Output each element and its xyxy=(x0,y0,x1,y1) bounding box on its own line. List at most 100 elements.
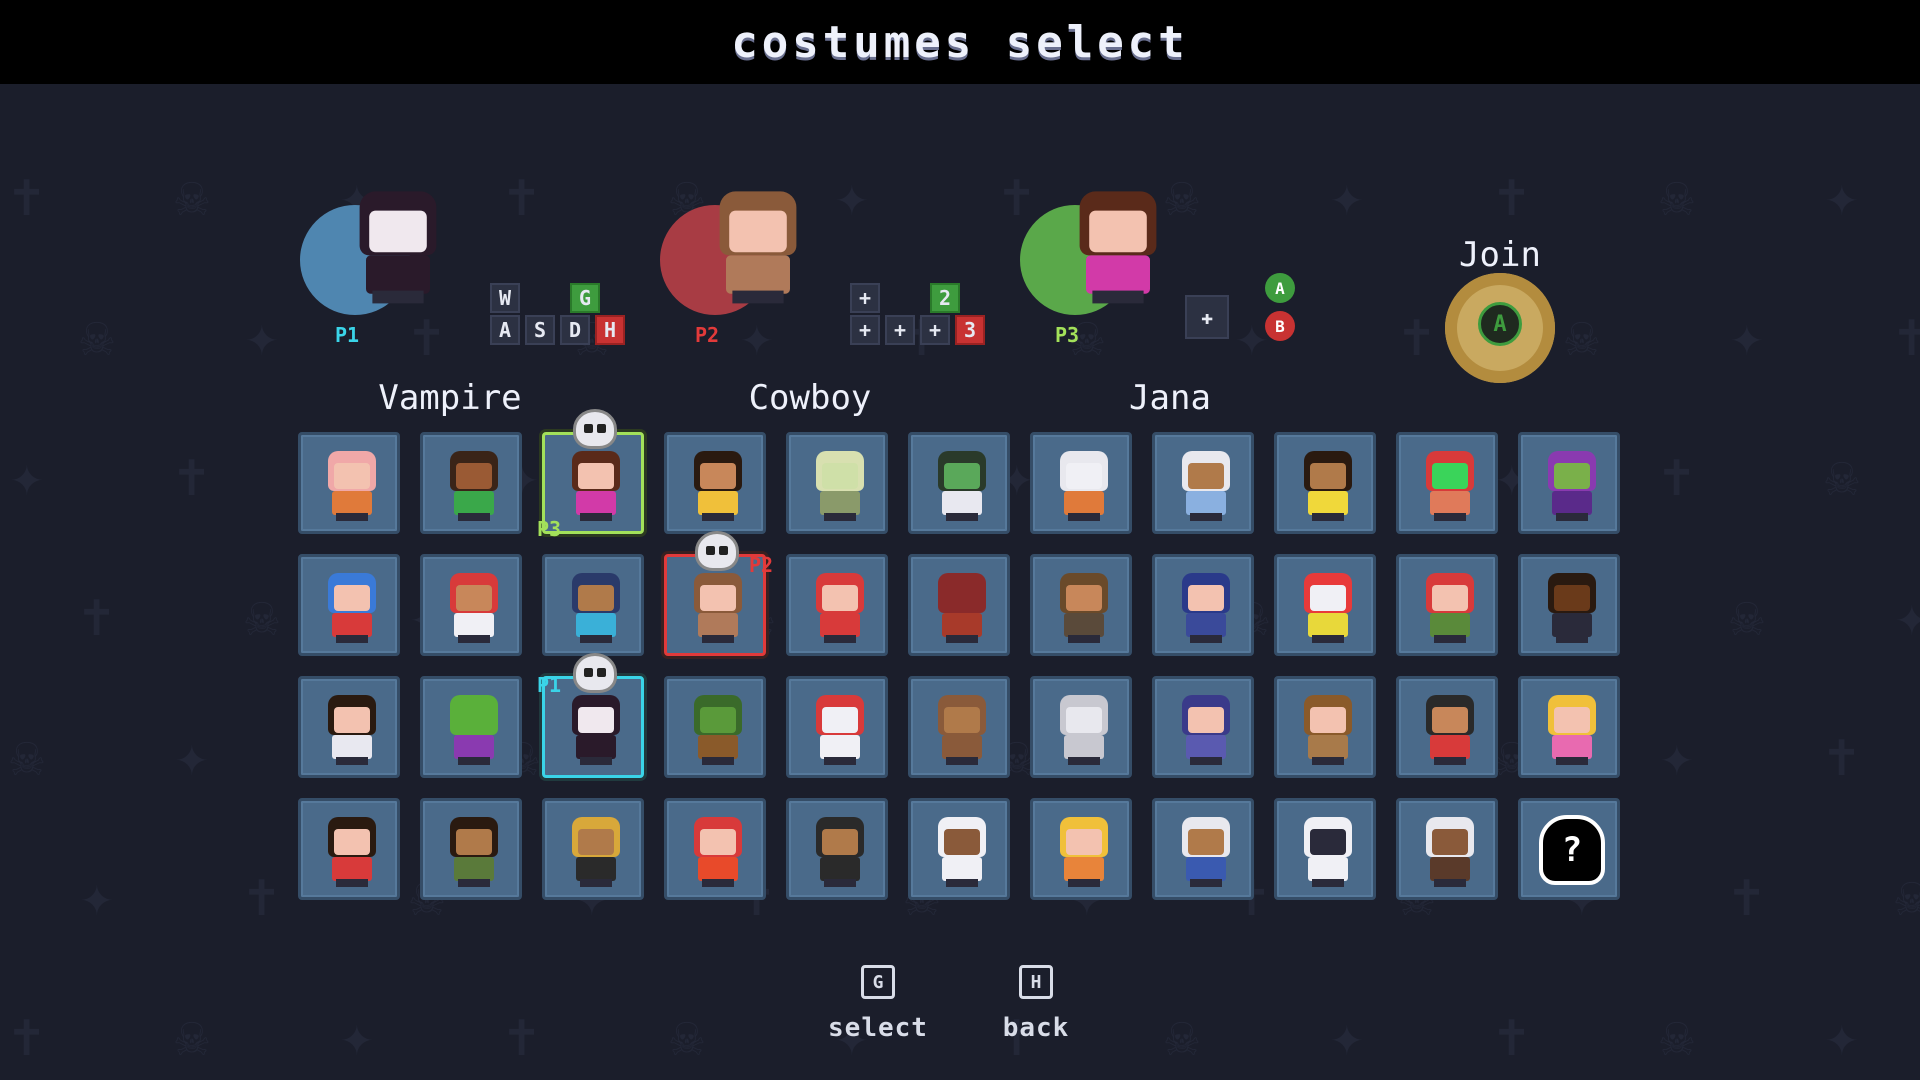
costume-cell-clown[interactable] xyxy=(1274,554,1376,656)
char-body xyxy=(698,857,738,881)
background-decoration-icon: ✦ xyxy=(245,304,279,369)
join-slot[interactable]: Join A xyxy=(1440,235,1560,385)
costume-cell-alien[interactable] xyxy=(420,676,522,778)
costume-cell-chef[interactable] xyxy=(908,798,1010,900)
costume-cell-biker[interactable] xyxy=(1396,798,1498,900)
costume-cell-nerd-girl[interactable] xyxy=(298,798,400,900)
costume-cell-pirate[interactable] xyxy=(1396,676,1498,778)
costume-cell-witch[interactable] xyxy=(1518,432,1620,534)
costume-cell-firefighter[interactable] xyxy=(664,798,766,900)
costume-cell-bald-kid[interactable] xyxy=(298,432,400,534)
costume-cell-scientist[interactable] xyxy=(298,676,400,778)
dpad-icon: ✚ xyxy=(1185,295,1229,339)
player-tag: P1 xyxy=(335,323,360,347)
char-face xyxy=(1066,829,1102,855)
costume-cell-zombie[interactable] xyxy=(786,432,888,534)
costume-cell-cowboy[interactable]: P2 xyxy=(664,531,773,656)
background-decoration-icon: ✝ xyxy=(1730,864,1764,929)
costume-cell-chicken[interactable] xyxy=(786,676,888,778)
char-legs xyxy=(702,879,734,887)
char-legs xyxy=(580,635,612,643)
char-legs xyxy=(1190,635,1222,643)
costume-cell-blue-hood-girl[interactable] xyxy=(542,554,644,656)
costume-cell-princess[interactable] xyxy=(1518,676,1620,778)
costume-cell-vampire[interactable]: P1 xyxy=(537,653,644,778)
background-decoration-icon: ✝ xyxy=(10,1004,44,1069)
background-decoration-icon: ✝ xyxy=(1495,164,1529,229)
char-face xyxy=(334,829,370,855)
cursor-tag: P3 xyxy=(537,517,562,541)
background-decoration-icon: ✝ xyxy=(505,1004,539,1069)
costume-cell-granny[interactable] xyxy=(1152,798,1254,900)
ninja-icon xyxy=(932,569,992,647)
doctor-icon xyxy=(1176,447,1236,525)
char-face xyxy=(1310,585,1346,611)
costume-cell-flower-girl[interactable] xyxy=(664,432,766,534)
char-face xyxy=(1066,707,1102,733)
scientist-icon xyxy=(322,691,382,769)
char-body xyxy=(454,735,494,759)
costume-cell-orc[interactable] xyxy=(664,676,766,778)
back-action[interactable]: Hback xyxy=(976,965,1096,1043)
char-face xyxy=(1188,829,1224,855)
costume-cell-green-shirt-kid[interactable] xyxy=(420,432,522,534)
costume-cell-luchador[interactable] xyxy=(1396,432,1498,534)
costume-cell-astronaut[interactable] xyxy=(1274,798,1376,900)
karate-fighter-icon xyxy=(444,569,504,647)
a-button-icon: A xyxy=(1265,273,1295,303)
costume-cell-viking[interactable] xyxy=(1274,676,1376,778)
costume-cell-construction-worker[interactable] xyxy=(1030,798,1132,900)
agent-icon xyxy=(1542,569,1602,647)
costume-cell-knight[interactable] xyxy=(1030,676,1132,778)
costume-cell-karate-fighter[interactable] xyxy=(420,554,522,656)
control-key: + xyxy=(850,283,880,313)
portrait-legs xyxy=(1092,290,1144,304)
costume-cell-agent[interactable] xyxy=(1518,554,1620,656)
char-legs xyxy=(458,757,490,765)
costume-cell-magician[interactable] xyxy=(786,798,888,900)
costume-cell-red-riding-hood[interactable] xyxy=(786,554,888,656)
background-decoration-icon: ☠ xyxy=(1825,444,1859,509)
costume-cell-soccer-kid[interactable] xyxy=(1274,432,1376,534)
costume-cell-mystery[interactable]: ? xyxy=(1518,798,1620,900)
cowboy-icon xyxy=(688,569,748,647)
select-action[interactable]: Gselect xyxy=(818,965,938,1043)
background-decoration-icon: ✝ xyxy=(1825,724,1859,789)
costume-cell-detective[interactable] xyxy=(1030,554,1132,656)
bear-icon xyxy=(932,691,992,769)
char-legs xyxy=(1068,879,1100,887)
bald-kid-icon xyxy=(322,447,382,525)
char-face xyxy=(456,585,492,611)
costume-cell-hiker[interactable] xyxy=(420,798,522,900)
char-body xyxy=(1186,491,1226,515)
costume-cell-jana-costume[interactable]: P3 xyxy=(537,409,644,541)
costume-cell-ninja[interactable] xyxy=(908,554,1010,656)
char-body xyxy=(1552,735,1592,759)
background-decoration-icon: ✦ xyxy=(10,444,44,509)
control-key: G xyxy=(570,283,600,313)
costume-cell-cartman-kid[interactable] xyxy=(298,554,400,656)
blue-hood-girl-icon xyxy=(566,569,626,647)
costume-cell-wizard[interactable] xyxy=(1152,676,1254,778)
costume-cell-mariachi[interactable] xyxy=(542,798,644,900)
background-decoration-icon: ✦ xyxy=(175,724,209,789)
background-decoration-icon: ☠ xyxy=(1565,304,1599,369)
costume-cell-gnome[interactable] xyxy=(1396,554,1498,656)
costume-cell-doctor[interactable] xyxy=(1152,432,1254,534)
costume-cell-police-officer[interactable] xyxy=(1152,554,1254,656)
char-legs xyxy=(702,757,734,765)
char-legs xyxy=(1068,635,1100,643)
char-body xyxy=(820,857,860,881)
background-decoration-icon: ✦ xyxy=(1825,1004,1859,1069)
costume-cell-skeleton[interactable] xyxy=(1030,432,1132,534)
background-decoration-icon: ✦ xyxy=(1730,304,1764,369)
char-face xyxy=(456,829,492,855)
char-body xyxy=(454,613,494,637)
costume-cell-bear[interactable] xyxy=(908,676,1010,778)
skeleton-icon xyxy=(1054,447,1114,525)
player-costume-name: Vampire xyxy=(378,378,522,418)
char-body xyxy=(1308,735,1348,759)
costume-cell-frankenstein[interactable] xyxy=(908,432,1010,534)
char-face xyxy=(700,829,736,855)
char-body xyxy=(454,857,494,881)
